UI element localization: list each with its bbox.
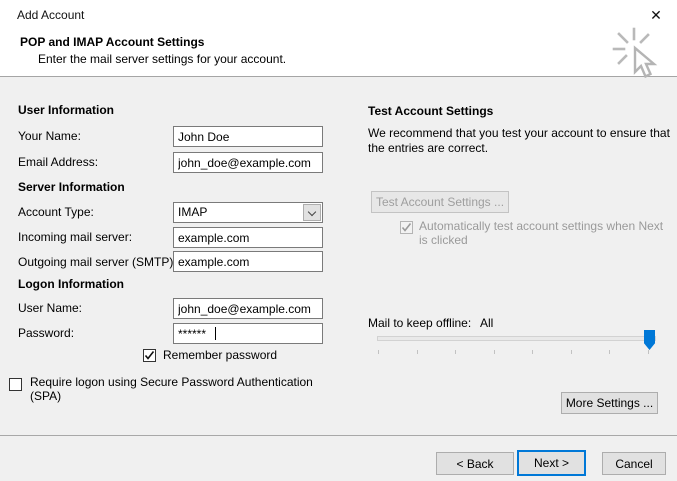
your-name-input[interactable] <box>173 126 323 147</box>
dialog-header-band: Add Account ✕ POP and IMAP Account Setti… <box>0 0 677 77</box>
account-type-value: IMAP <box>178 205 208 219</box>
incoming-server-label: Incoming mail server: <box>18 230 133 244</box>
back-button[interactable]: < Back <box>436 452 514 475</box>
user-name-input[interactable] <box>173 298 323 319</box>
section-logon-information: Logon Information <box>18 277 124 291</box>
your-name-label: Your Name: <box>18 129 81 143</box>
account-type-select[interactable]: IMAP <box>173 202 323 223</box>
window-title: Add Account <box>17 8 85 22</box>
offline-slider-track[interactable] <box>377 336 656 341</box>
chevron-down-icon[interactable] <box>303 204 321 221</box>
mail-offline-label: Mail to keep offline: <box>368 316 472 330</box>
spa-label: Require logon using Secure Password Auth… <box>30 375 313 403</box>
remember-password-checkbox[interactable] <box>143 349 156 362</box>
slider-tick <box>609 350 610 354</box>
slider-tick <box>494 350 495 354</box>
user-name-label: User Name: <box>18 301 83 315</box>
incoming-server-input[interactable] <box>173 227 323 248</box>
section-server-information: Server Information <box>18 180 125 194</box>
slider-tick <box>571 350 572 354</box>
auto-test-label: Automatically test account settings when… <box>419 219 664 247</box>
more-settings-button[interactable]: More Settings ... <box>561 392 658 414</box>
remember-password-label: Remember password <box>163 348 278 362</box>
text-caret <box>215 327 216 340</box>
page-subtitle: Enter the mail server settings for your … <box>38 52 287 66</box>
section-user-information: User Information <box>18 103 115 117</box>
checkmark-icon <box>401 223 412 232</box>
close-button[interactable]: ✕ <box>644 5 668 25</box>
next-button[interactable]: Next > <box>517 450 586 476</box>
checkmark-icon <box>144 351 155 360</box>
email-address-label: Email Address: <box>18 155 99 169</box>
cancel-button[interactable]: Cancel <box>602 452 666 475</box>
slider-tick <box>455 350 456 354</box>
page-title: POP and IMAP Account Settings <box>20 35 205 49</box>
test-account-description: We recommend that you test your account … <box>368 126 670 155</box>
auto-test-checkbox <box>400 221 413 234</box>
slider-tick <box>417 350 418 354</box>
mail-offline-value: All <box>480 316 494 330</box>
slider-tick <box>532 350 533 354</box>
test-account-settings-button: Test Account Settings ... <box>371 191 509 213</box>
outgoing-server-input[interactable] <box>173 251 323 272</box>
bottom-divider <box>0 435 677 436</box>
offline-slider-thumb[interactable] <box>644 330 655 350</box>
mouse-click-cursor-icon <box>612 27 658 79</box>
account-type-label: Account Type: <box>18 205 94 219</box>
add-account-dialog: Add Account ✕ POP and IMAP Account Setti… <box>0 0 677 481</box>
email-address-input[interactable] <box>173 152 323 173</box>
section-test-account-settings: Test Account Settings <box>368 104 494 118</box>
slider-tick <box>648 350 649 354</box>
spa-checkbox[interactable] <box>9 378 22 391</box>
slider-tick <box>378 350 379 354</box>
password-label: Password: <box>18 326 75 340</box>
outgoing-server-label: Outgoing mail server (SMTP): <box>18 255 177 269</box>
password-input[interactable] <box>173 323 323 344</box>
